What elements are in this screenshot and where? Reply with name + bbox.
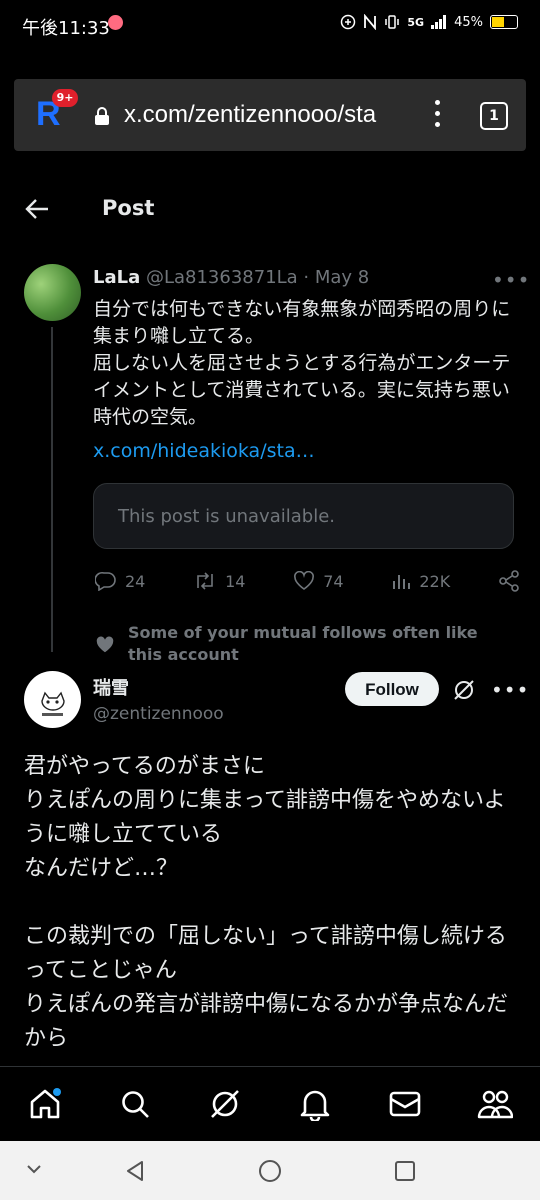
status-bar: 午後11:33 5G 45%: [0, 0, 540, 50]
author-name[interactable]: 瑞雪: [93, 674, 129, 700]
heart-icon: [294, 571, 315, 590]
nav-search[interactable]: [117, 1086, 153, 1122]
search-icon: [122, 1091, 149, 1118]
unavailable-quote: This post is unavailable.: [93, 483, 514, 549]
address-bar[interactable]: x.com/zentizennooo/sta: [124, 101, 392, 129]
view-count: 22K: [419, 571, 451, 591]
nav-notifications[interactable]: [297, 1086, 333, 1122]
nav-communities[interactable]: [477, 1086, 513, 1122]
data-saver-icon: [341, 14, 356, 30]
tweet-text: 自分では何もできない有象無象が岡秀昭の周りに集まり囃し立てる。 屈しない人を屈さ…: [93, 298, 511, 428]
browser-toolbar: R 9+ x.com/zentizennooo/sta 1: [14, 79, 526, 151]
views-icon: [393, 575, 411, 589]
nav-home[interactable]: [27, 1086, 63, 1122]
status-time: 午後11:33: [22, 18, 110, 39]
signal-icon: [431, 15, 447, 29]
avatar[interactable]: [24, 264, 81, 321]
back-triangle-icon[interactable]: [124, 1159, 146, 1183]
system-nav-bar: [0, 1141, 540, 1200]
repost-button[interactable]: 14: [193, 571, 245, 591]
author-meta[interactable]: @La81363871La · May 8: [146, 267, 369, 288]
grok-icon[interactable]: [452, 678, 476, 702]
messages-icon: [389, 1091, 421, 1117]
share-icon: [499, 570, 519, 592]
back-arrow-icon[interactable]: [24, 196, 50, 222]
thread-line: [51, 327, 53, 652]
repost-count: 14: [225, 571, 246, 591]
network-label: 5G: [407, 15, 425, 29]
tweet-header: LaLa @La81363871La · May 8: [93, 267, 369, 288]
recents-square-icon[interactable]: [394, 1160, 416, 1182]
status-icons: 5G 45%: [340, 14, 518, 30]
battery-percent: 45%: [454, 14, 483, 30]
nav-grok[interactable]: [207, 1086, 243, 1122]
social-context: Some of your mutual follows often like t…: [128, 623, 478, 664]
browser-menu-icon[interactable]: [432, 100, 442, 130]
share-button[interactable]: [498, 570, 520, 592]
author-handle[interactable]: @zentizennooo: [93, 704, 224, 724]
heart-context-icon: [96, 636, 114, 653]
tweet-text: 君がやってるのがまさに りえぽんの周りに集まって誹謗中傷をやめないように囃し立て…: [24, 750, 524, 1056]
home-circle-icon[interactable]: [258, 1159, 282, 1183]
tweet-line: なんだけど…？: [24, 856, 179, 881]
tweet-line: りえぽんの周りに集まって誹謗中傷をやめないように囃し立てている: [24, 788, 506, 847]
tweet-line: りえぽんの発言が誹謗中傷になるかが争点なんだから: [24, 992, 509, 1051]
nav-messages[interactable]: [387, 1086, 423, 1122]
chevron-down-icon[interactable]: [26, 1163, 42, 1175]
vibrate-icon: [385, 15, 400, 29]
communities-icon: [477, 1090, 513, 1119]
more-icon[interactable]: •••: [492, 268, 530, 292]
author-name[interactable]: LaLa: [93, 267, 140, 288]
tweet-line-blank: [24, 886, 524, 920]
avatar[interactable]: [24, 671, 81, 728]
tweet-actions: 24 14 74 22K: [95, 568, 520, 594]
tab-switcher-button[interactable]: 1: [480, 102, 508, 130]
notifications-icon: [300, 1090, 330, 1121]
tweet-line: この裁判での「屈しない」って誹謗中傷し続けるってことじゃん: [24, 924, 507, 983]
unread-dot: [53, 1088, 61, 1096]
notification-badge: 9+: [52, 89, 78, 107]
battery-icon: [490, 15, 518, 29]
reply-count: 24: [125, 571, 146, 591]
follow-button[interactable]: Follow: [345, 672, 439, 706]
cat-avatar-icon: [24, 671, 81, 728]
repost-icon: [197, 572, 213, 590]
more-icon[interactable]: •••: [491, 678, 529, 702]
like-button[interactable]: 74: [293, 571, 344, 591]
nfc-icon: [364, 14, 377, 30]
reply-icon: [95, 571, 116, 591]
bottom-nav: [0, 1066, 540, 1141]
notification-icon: [108, 15, 123, 30]
reply-button[interactable]: 24: [95, 571, 145, 591]
like-count: 74: [323, 571, 344, 591]
unavailable-text: This post is unavailable.: [118, 506, 335, 527]
lock-icon[interactable]: [94, 106, 110, 126]
tweet-link[interactable]: x.com/hideakioka/sta…: [93, 440, 315, 462]
views-button[interactable]: 22K: [391, 571, 450, 591]
tweet-line: 君がやってるのがまさに: [24, 754, 265, 779]
page-title: Post: [102, 196, 155, 220]
grok-icon: [211, 1090, 239, 1118]
